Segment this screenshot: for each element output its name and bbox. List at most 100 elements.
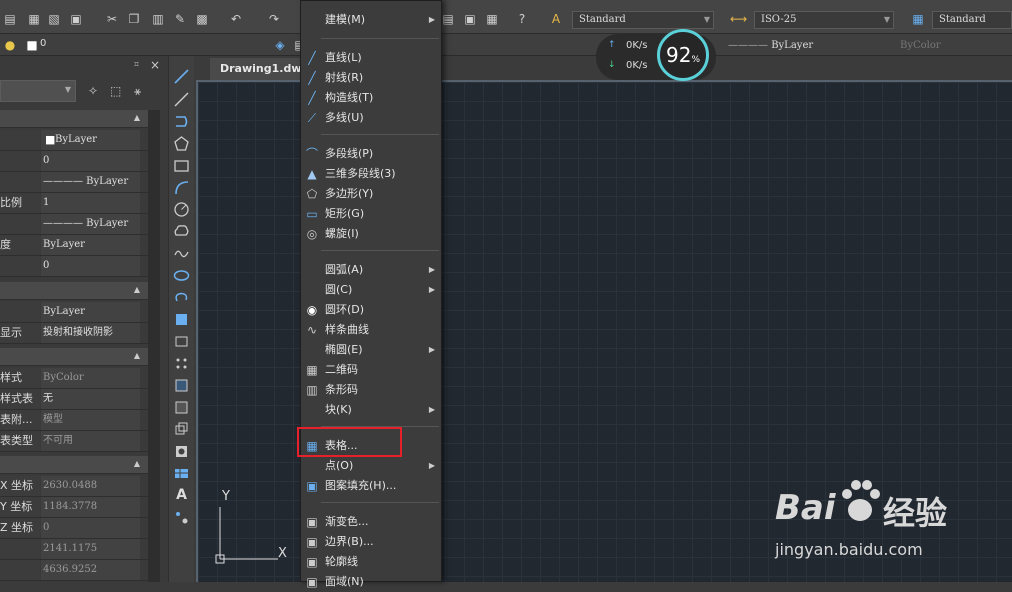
menu-item[interactable]: ▣ 渐变色... — [301, 512, 441, 532]
polyline2-icon[interactable] — [173, 113, 190, 130]
match-properties-icon[interactable]: ✎ — [172, 12, 188, 26]
mtext-icon[interactable]: A — [173, 487, 190, 504]
property-value[interactable]: 1184.3778 — [41, 497, 140, 517]
toolpalette-icon[interactable]: ▣ — [462, 12, 478, 26]
properties-icon[interactable]: ▤ — [440, 12, 456, 26]
property-row[interactable]: 2141.1175 — [0, 539, 148, 560]
make-block-icon[interactable] — [173, 333, 190, 350]
menu-item[interactable]: 椭圆(E) ▶ — [301, 340, 441, 360]
gradient-icon[interactable] — [173, 399, 190, 416]
paste-icon[interactable]: ▥ — [150, 12, 166, 26]
property-value[interactable]: 0 — [41, 256, 140, 276]
property-row[interactable]: 样式表无 — [0, 389, 148, 410]
property-value[interactable]: 不可用 — [41, 431, 140, 451]
property-value[interactable]: 4636.9252 — [41, 560, 140, 580]
plotstyle-select[interactable]: ByColor — [900, 38, 1000, 54]
table-style-icon[interactable]: ▦ — [910, 12, 926, 26]
property-value[interactable]: ByLayer — [41, 302, 140, 322]
table-icon[interactable] — [173, 465, 190, 482]
rectangle-icon[interactable] — [173, 157, 190, 174]
property-row[interactable]: X 坐标 2630.0488 — [0, 476, 148, 497]
help-icon[interactable]: ? — [514, 12, 530, 26]
menu-item[interactable]: ▣ 图案填充(H)... — [301, 476, 441, 496]
ellipse-icon[interactable] — [173, 267, 190, 284]
percent-gauge[interactable]: 92% — [657, 29, 709, 81]
property-row[interactable]: 样式 ByColor — [0, 368, 148, 389]
section-plot-header[interactable]: ▲ — [0, 348, 148, 366]
property-row[interactable]: Z 坐标 0 — [0, 518, 148, 539]
property-value[interactable]: 0 — [41, 151, 140, 171]
menu-item[interactable]: ▭ 矩形(G) — [301, 204, 441, 224]
plot-icon[interactable]: ▣ — [68, 12, 84, 26]
region-icon[interactable] — [173, 421, 190, 438]
dim-style-select[interactable]: ISO-25 ▼ — [754, 11, 894, 29]
copy-icon[interactable]: ❐ — [126, 12, 142, 26]
menu-item[interactable]: ╱ 射线(R) — [301, 68, 441, 88]
property-value[interactable]: 模型 — [41, 410, 140, 430]
menu-item[interactable]: ╱ 构造线(T) — [301, 88, 441, 108]
property-value[interactable]: ByLayer — [41, 235, 140, 255]
property-row[interactable]: ■ ByLayer — [0, 130, 148, 151]
menu-item[interactable]: ▣ 轮廓线 — [301, 552, 441, 572]
line-icon[interactable] — [173, 68, 190, 85]
lightbulb-icon[interactable]: ● — [2, 38, 18, 52]
redo-icon[interactable]: ↷ — [266, 12, 282, 26]
menu-item[interactable]: ▦ 二维码 — [301, 360, 441, 380]
preview-icon[interactable]: ▧ — [46, 12, 62, 26]
property-row[interactable]: 表附... 模型 — [0, 410, 148, 431]
property-row[interactable]: 比例 1 — [0, 193, 148, 214]
menu-item[interactable]: ⌒ 多段线(P) — [301, 144, 441, 164]
property-row[interactable]: 0 — [0, 256, 148, 277]
menu-item[interactable]: 点(O) ▶ — [301, 456, 441, 476]
menu-item[interactable]: 建模(M) ▶ — [301, 10, 441, 30]
undo-icon[interactable]: ↶ — [228, 12, 244, 26]
block-icon[interactable]: ▩ — [194, 12, 210, 26]
revcloud-icon[interactable] — [173, 223, 190, 240]
hatch-icon[interactable] — [173, 377, 190, 394]
menu-item[interactable]: 块(K) ▶ — [301, 400, 441, 420]
insert-block-icon[interactable] — [173, 311, 190, 328]
tab-drawing1[interactable]: Drawing1.dwg — [210, 58, 309, 80]
property-value[interactable]: ByColor — [41, 368, 140, 388]
dim-style-icon[interactable]: ⟷ — [730, 12, 747, 26]
wipeout-icon[interactable] — [173, 443, 190, 460]
property-value[interactable]: 投射和接收阴影 — [41, 323, 140, 343]
polyline-icon[interactable] — [173, 91, 190, 108]
text-style-icon[interactable]: A — [548, 12, 564, 26]
print-icon[interactable]: ▦ — [26, 12, 42, 26]
lineweight-select[interactable]: ———— ByLayer — [728, 38, 868, 54]
cut-icon[interactable]: ✂ — [104, 12, 120, 26]
object-type-select[interactable]: ▼ — [0, 80, 76, 102]
property-row[interactable]: ———— ByLayer — [0, 172, 148, 193]
quick-select-icon[interactable]: ⚹ — [134, 84, 141, 99]
polygon-icon[interactable] — [173, 135, 190, 152]
menu-item[interactable]: ▲ 三维多段线(3) — [301, 164, 441, 184]
arc-icon[interactable] — [173, 179, 190, 196]
property-value[interactable]: 1 — [41, 193, 140, 213]
property-value[interactable]: 2141.1175 — [41, 539, 140, 559]
menu-item[interactable]: ⟋ 多线(U) — [301, 108, 441, 128]
save-icon[interactable]: ▤ — [2, 12, 18, 26]
toggle-pickadd-icon[interactable]: ✧ — [88, 84, 98, 98]
spline-icon[interactable] — [173, 245, 190, 262]
layer-select-value[interactable]: 0 — [40, 38, 46, 49]
property-value[interactable]: ByLayer — [41, 130, 140, 150]
property-row[interactable]: 度 ByLayer — [0, 235, 148, 256]
menu-item[interactable]: ◎ 螺旋(I) — [301, 224, 441, 244]
property-row[interactable]: Y 坐标 1184.3778 — [0, 497, 148, 518]
property-row[interactable]: 表类型 不可用 — [0, 431, 148, 452]
properties-scrollbar[interactable] — [148, 110, 160, 582]
section-general-header[interactable]: ▲ — [0, 110, 148, 128]
property-value[interactable]: ———— ByLayer — [41, 214, 140, 234]
close-icon[interactable]: × — [150, 58, 160, 72]
section-3d-header[interactable]: ▲ — [0, 282, 148, 300]
layer-states-icon[interactable]: ◈ — [272, 38, 288, 52]
ellipse-arc-icon[interactable] — [173, 289, 190, 306]
point-icon[interactable] — [173, 355, 190, 372]
menu-item[interactable]: ∿ 样条曲线 — [301, 320, 441, 340]
property-value[interactable]: 2630.0488 — [41, 476, 140, 496]
property-row[interactable]: 显示 投射和接收阴影 — [0, 323, 148, 344]
property-row[interactable]: ———— ByLayer — [0, 214, 148, 235]
menu-item[interactable]: ◉ 圆环(D) — [301, 300, 441, 320]
property-value[interactable]: 0 — [41, 518, 140, 538]
